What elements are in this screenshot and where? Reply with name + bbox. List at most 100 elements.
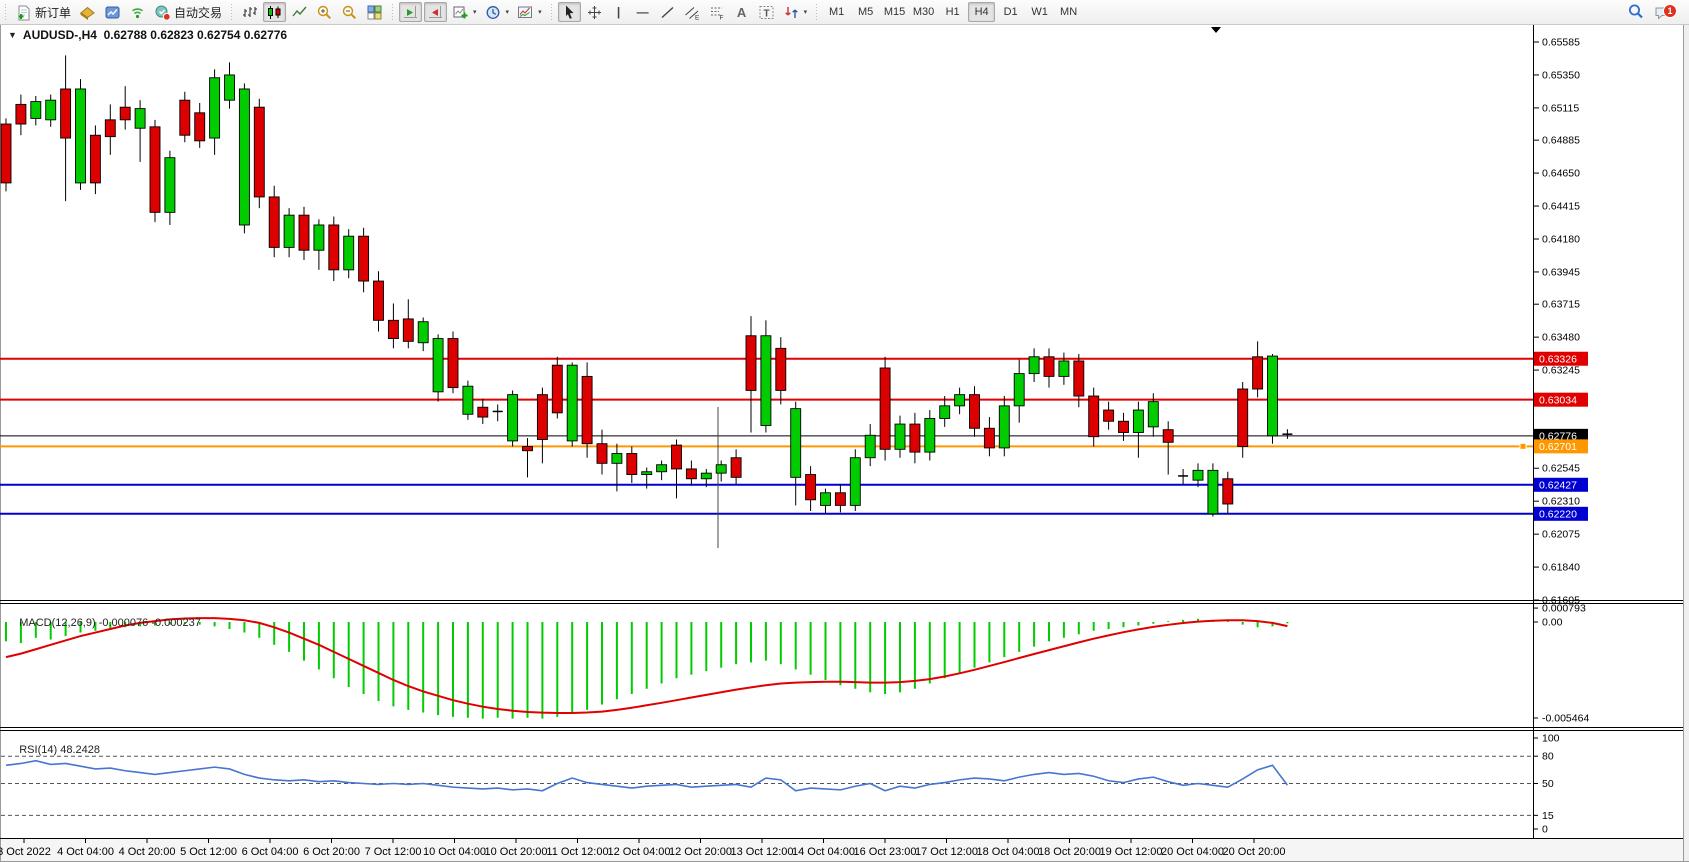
svg-text:0.65585: 0.65585 xyxy=(1542,37,1580,49)
horizontal-line-icon: — xyxy=(637,5,649,19)
svg-text:0.63945: 0.63945 xyxy=(1542,266,1580,278)
svg-text:4 Oct 04:00: 4 Oct 04:00 xyxy=(57,846,114,858)
svg-text:10 Oct 04:00: 10 Oct 04:00 xyxy=(423,846,486,858)
timeframe-m1[interactable]: M1 xyxy=(823,2,850,22)
chart-title-text: AUDUSD-,H4 0.62788 0.62823 0.62754 0.627… xyxy=(23,28,287,42)
periods-icon xyxy=(485,4,502,21)
candlestick-chart-button[interactable] xyxy=(263,2,286,22)
auto-trading-button[interactable]: 自动交易 xyxy=(151,2,225,22)
timeframe-label: H1 xyxy=(946,6,960,18)
timeframe-mn[interactable]: MN xyxy=(1055,2,1082,22)
arrows-icon xyxy=(783,4,800,21)
svg-text:T: T xyxy=(763,8,769,19)
rsi-value: 48.2428 xyxy=(60,744,100,756)
templates-icon xyxy=(517,4,534,21)
zoom-out-button[interactable] xyxy=(338,2,361,22)
svg-text:17 Oct 12:00: 17 Oct 12:00 xyxy=(915,846,978,858)
text-label-button[interactable]: T xyxy=(755,2,778,22)
notifications-button[interactable]: 1 xyxy=(1650,2,1674,22)
trendline-button[interactable] xyxy=(656,2,679,22)
equidistant-channel-icon: E xyxy=(684,4,701,21)
svg-text:5 Oct 12:00: 5 Oct 12:00 xyxy=(180,846,237,858)
svg-text:0.62427: 0.62427 xyxy=(1539,480,1577,492)
crosshair-button[interactable] xyxy=(583,2,606,22)
timeframe-label: H4 xyxy=(975,6,989,18)
timeframe-h4[interactable]: H4 xyxy=(968,2,995,22)
market-watch-button[interactable] xyxy=(76,2,99,22)
timeframe-h1[interactable]: H1 xyxy=(939,2,966,22)
vertical-line-icon: | xyxy=(617,5,620,19)
macd-name: MACD(12,26,9) xyxy=(19,617,95,629)
svg-text:F: F xyxy=(719,14,723,21)
svg-text:0.64415: 0.64415 xyxy=(1542,201,1580,213)
auto-trading-icon xyxy=(154,4,171,21)
svg-text:3 Oct 2022: 3 Oct 2022 xyxy=(0,846,51,858)
signals-button[interactable] xyxy=(126,2,149,22)
new-order-button[interactable]: 新订单 xyxy=(12,2,74,22)
timeframe-w1[interactable]: W1 xyxy=(1026,2,1053,22)
svg-text:0.61840: 0.61840 xyxy=(1542,562,1580,574)
templates-button[interactable]: ▾ xyxy=(514,2,545,22)
vertical-line-button[interactable]: | xyxy=(608,2,630,22)
tile-windows-icon xyxy=(366,4,383,21)
timeframe-m5[interactable]: M5 xyxy=(852,2,879,22)
dropdown-arrow: ▾ xyxy=(538,8,542,16)
svg-text:0.62701: 0.62701 xyxy=(1539,441,1577,453)
svg-text:-0.005464: -0.005464 xyxy=(1542,712,1589,724)
tile-windows-button[interactable] xyxy=(363,2,386,22)
svg-text:0.00: 0.00 xyxy=(1542,617,1563,629)
dropdown-arrow: ▾ xyxy=(804,8,808,16)
timeframe-label: MN xyxy=(1060,6,1077,18)
svg-text:16 Oct 23:00: 16 Oct 23:00 xyxy=(854,846,917,858)
timeframe-label: M30 xyxy=(913,6,934,18)
svg-text:0.64650: 0.64650 xyxy=(1542,168,1580,180)
svg-text:20 Oct 20:00: 20 Oct 20:00 xyxy=(1223,846,1286,858)
text-button[interactable]: A xyxy=(731,2,753,22)
svg-text:0.63326: 0.63326 xyxy=(1539,354,1577,366)
chart-shift-icon xyxy=(427,4,444,21)
timeframe-m15[interactable]: M15 xyxy=(881,2,908,22)
data-window-button[interactable] xyxy=(101,2,124,22)
svg-text:0.62075: 0.62075 xyxy=(1542,529,1580,541)
timeframe-d1[interactable]: D1 xyxy=(997,2,1024,22)
text-icon: A xyxy=(737,5,746,20)
chart-shift-button[interactable] xyxy=(424,2,447,22)
horizontal-line-button[interactable]: — xyxy=(632,2,654,22)
auto-trading-label: 自动交易 xyxy=(174,4,222,21)
cursor-button[interactable] xyxy=(558,2,581,22)
zoom-in-button[interactable] xyxy=(313,2,336,22)
fibonacci-button[interactable]: F xyxy=(706,2,729,22)
line-chart-button[interactable] xyxy=(288,2,311,22)
fibonacci-icon: F xyxy=(709,4,726,21)
auto-scroll-icon xyxy=(402,4,419,21)
equidistant-channel-button[interactable]: E xyxy=(681,2,704,22)
data-window-icon xyxy=(104,4,121,21)
chart-window-title[interactable]: ▼ AUDUSD-,H4 0.62788 0.62823 0.62754 0.62… xyxy=(8,28,287,42)
bar-chart-button[interactable] xyxy=(238,2,261,22)
svg-text:0.63480: 0.63480 xyxy=(1542,332,1580,344)
terminal-window: 新订单 自动交易 xyxy=(0,0,1689,862)
rsi-indicator-label: RSI(14) 48.2428 xyxy=(7,732,100,768)
periods-button[interactable]: ▾ xyxy=(482,2,513,22)
text-label-icon: T xyxy=(758,4,775,21)
signals-icon xyxy=(129,4,146,21)
indicators-button[interactable]: ▾ xyxy=(449,2,480,22)
timeframe-m30[interactable]: M30 xyxy=(910,2,937,22)
toolbar-grip xyxy=(3,4,8,20)
search-icon xyxy=(1627,3,1645,21)
auto-scroll-button[interactable] xyxy=(399,2,422,22)
svg-text:6 Oct 04:00: 6 Oct 04:00 xyxy=(242,846,299,858)
svg-text:20 Oct 04:00: 20 Oct 04:00 xyxy=(1161,846,1224,858)
arrows-button[interactable]: ▾ xyxy=(780,2,811,22)
search-button[interactable] xyxy=(1624,2,1648,22)
svg-text:0.62310: 0.62310 xyxy=(1542,496,1580,508)
chevron-down-icon: ▼ xyxy=(8,30,17,40)
svg-text:12 Oct 20:00: 12 Oct 20:00 xyxy=(669,846,732,858)
bar-chart-icon xyxy=(241,4,258,21)
svg-text:E: E xyxy=(695,14,700,21)
svg-text:18 Oct 20:00: 18 Oct 20:00 xyxy=(1038,846,1101,858)
svg-text:11 Oct 12:00: 11 Oct 12:00 xyxy=(546,846,608,858)
svg-text:19 Oct 12:00: 19 Oct 12:00 xyxy=(1100,846,1163,858)
chart-canvas[interactable]: 0.655850.653500.651150.648850.646500.644… xyxy=(0,0,1689,862)
new-order-label: 新订单 xyxy=(35,4,71,21)
